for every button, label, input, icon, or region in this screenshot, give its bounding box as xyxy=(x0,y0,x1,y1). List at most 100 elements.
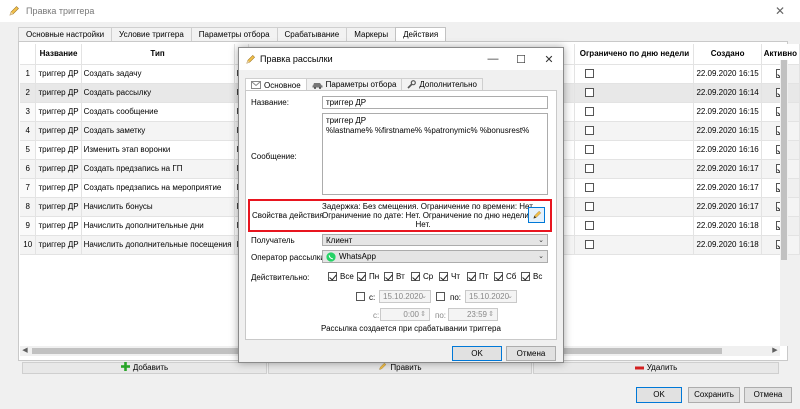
pencil-icon xyxy=(246,54,256,64)
weekday-limit-checkbox[interactable] xyxy=(585,183,595,193)
add-button[interactable]: Добавить xyxy=(22,362,267,374)
day-checkbox[interactable] xyxy=(467,272,476,281)
day-wed[interactable]: Ср xyxy=(411,272,433,281)
row-weekday-limit xyxy=(574,102,695,122)
car-icon xyxy=(312,81,323,89)
weekday-limit-checkbox[interactable] xyxy=(585,69,595,79)
row-created: 22.09.2020 16:15 xyxy=(693,64,762,84)
day-thu[interactable]: Чт xyxy=(439,272,460,281)
date-to-picker[interactable]: 15.10.2020 ⌄ xyxy=(465,290,517,303)
minimize-button[interactable]: — xyxy=(479,48,507,70)
tab-main-settings[interactable]: Основные настройки xyxy=(18,27,113,41)
tab-filter-params[interactable]: Параметры отбора xyxy=(190,27,278,41)
operator-select[interactable]: WhatsApp ⌄ xyxy=(322,250,548,263)
row-weekday-limit xyxy=(574,83,695,103)
col-header-name[interactable]: Название xyxy=(35,44,82,65)
weekday-limit-checkbox[interactable] xyxy=(585,202,595,212)
row-name: триггер ДР xyxy=(35,140,82,160)
message-textarea[interactable]: триггер ДР %lastname% %firstname% %patro… xyxy=(322,113,548,195)
weekday-limit-checkbox[interactable] xyxy=(585,107,595,117)
day-label: Вт xyxy=(396,272,405,281)
day-checkbox[interactable] xyxy=(384,272,393,281)
row-type: Создать рассылку xyxy=(81,83,235,103)
row-type: Изменить этап воронки xyxy=(81,140,235,160)
vertical-scroll-thumb[interactable] xyxy=(781,60,787,260)
tab-firing[interactable]: Срабатывание xyxy=(276,27,348,41)
date-from-label: с: xyxy=(369,293,376,302)
pencil-icon xyxy=(532,210,541,219)
row-created: 22.09.2020 16:17 xyxy=(693,159,762,179)
day-checkbox[interactable] xyxy=(439,272,448,281)
weekday-limit-checkbox[interactable] xyxy=(585,88,595,98)
vertical-scrollbar[interactable] xyxy=(780,60,788,346)
day-tue[interactable]: Вт xyxy=(384,272,405,281)
date-from-value: 15.10.2020 xyxy=(383,292,424,301)
row-created: 22.09.2020 16:17 xyxy=(693,178,762,198)
row-weekday-limit xyxy=(574,121,695,141)
wrench-icon xyxy=(407,80,417,89)
ok-button[interactable]: OK xyxy=(636,387,682,403)
day-checkbox[interactable] xyxy=(328,272,337,281)
tab-markers[interactable]: Маркеры xyxy=(346,27,397,41)
plus-icon xyxy=(120,362,130,374)
weekday-limit-checkbox[interactable] xyxy=(585,240,595,250)
col-header-type[interactable]: Тип xyxy=(81,44,235,65)
weekday-limit-checkbox[interactable] xyxy=(585,164,595,174)
row-type: Создать предзапись на мероприятие xyxy=(81,178,235,198)
date-to-checkbox[interactable] xyxy=(436,292,445,301)
date-from-picker[interactable]: 15.10.2020 ⌄ xyxy=(379,290,431,303)
tab-actions[interactable]: Действия xyxy=(395,27,447,42)
name-input[interactable]: триггер ДР xyxy=(322,96,548,109)
day-fri[interactable]: Пт xyxy=(467,272,488,281)
row-weekday-limit xyxy=(574,64,695,84)
row-created: 22.09.2020 16:18 xyxy=(693,216,762,236)
row-weekday-limit xyxy=(574,159,695,179)
day-sat[interactable]: Сб xyxy=(494,272,516,281)
row-type: Создать сообщение xyxy=(81,102,235,122)
chevron-down-icon: ⌄ xyxy=(538,253,544,260)
delete-button[interactable]: Удалить xyxy=(533,362,779,374)
row-created: 22.09.2020 16:15 xyxy=(693,121,762,141)
row-number: 5 xyxy=(20,140,37,160)
day-checkbox[interactable] xyxy=(494,272,503,281)
dialog-tab-filter[interactable]: Параметры отбора xyxy=(305,78,403,90)
edit-properties-button[interactable] xyxy=(528,207,545,223)
dialog-close-button[interactable]: ✕ xyxy=(535,48,563,70)
row-created: 22.09.2020 16:16 xyxy=(693,140,762,160)
weekday-limit-checkbox[interactable] xyxy=(585,145,595,155)
time-from-value: 0:00 xyxy=(403,310,419,319)
dialog-tab-extra[interactable]: Дополнительно xyxy=(401,78,483,90)
row-number: 1 xyxy=(20,64,37,84)
close-button[interactable]: ✕ xyxy=(760,0,800,22)
day-checkbox[interactable] xyxy=(411,272,420,281)
day-label: Сб xyxy=(506,272,517,281)
day-mon[interactable]: Пн xyxy=(357,272,379,281)
time-to-spinner[interactable]: 23:59 ⇕ xyxy=(448,308,498,321)
day-checkbox[interactable] xyxy=(521,272,530,281)
edit-button[interactable]: Править xyxy=(268,362,532,374)
col-header-weekday-limit[interactable]: Ограничено по дню недели xyxy=(574,44,695,65)
dialog-ok-button[interactable]: OK xyxy=(452,346,502,361)
cancel-button[interactable]: Отмена xyxy=(744,387,792,403)
tab-trigger-condition[interactable]: Условие триггера xyxy=(111,27,192,41)
close-icon: ✕ xyxy=(544,53,554,66)
row-weekday-limit xyxy=(574,178,695,198)
day-all[interactable]: Все xyxy=(328,272,354,281)
scroll-left-icon[interactable]: ◀ xyxy=(20,346,30,356)
dialog-tab-extra-label: Дополнительно xyxy=(419,80,477,89)
save-button[interactable]: Сохранить xyxy=(688,387,740,403)
scroll-right-icon[interactable]: ▶ xyxy=(770,346,780,356)
weekday-limit-checkbox[interactable] xyxy=(585,221,595,231)
name-label: Название: xyxy=(251,98,289,107)
recipient-select[interactable]: Клиент ⌄ xyxy=(322,234,548,246)
day-sun[interactable]: Вс xyxy=(521,272,542,281)
minus-icon xyxy=(634,363,644,373)
maximize-button[interactable]: ☐ xyxy=(507,48,535,70)
weekday-limit-checkbox[interactable] xyxy=(585,126,595,136)
dialog-cancel-button[interactable]: Отмена xyxy=(506,346,556,361)
col-header-created[interactable]: Создано xyxy=(693,44,762,65)
date-from-checkbox[interactable] xyxy=(356,292,365,301)
day-checkbox[interactable] xyxy=(357,272,366,281)
time-from-spinner[interactable]: 0:00 ⇕ xyxy=(380,308,430,321)
highlight-box xyxy=(248,199,552,232)
